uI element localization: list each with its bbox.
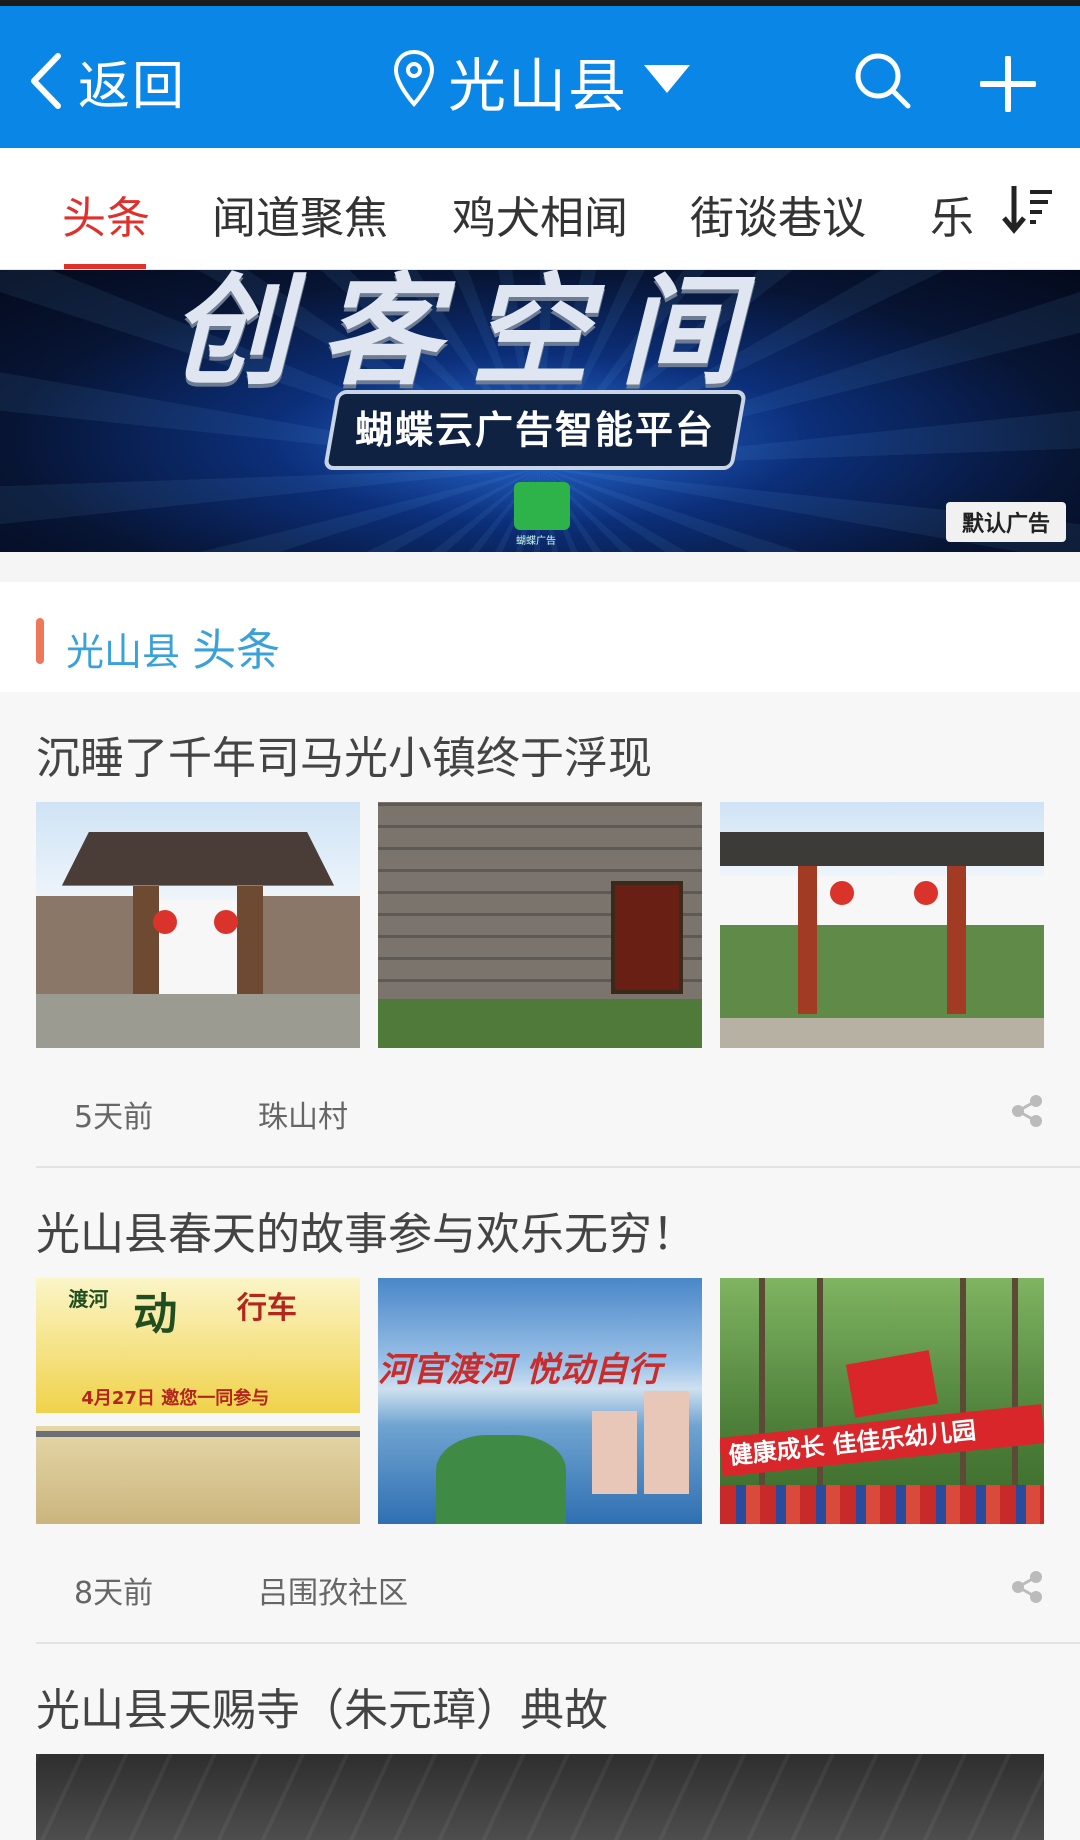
- city-text: 河官渡河 悦动自行: [378, 1349, 662, 1390]
- thumbnail-poster[interactable]: 渡河 动 行车 4月27日 邀您一同参与: [36, 1278, 360, 1524]
- lantern-icon: [152, 910, 177, 935]
- back-button[interactable]: 返回: [26, 44, 186, 118]
- ad-banner[interactable]: 创客空间 蝴蝶云广告智能平台 蝴蝶广告 默认广告: [0, 270, 1080, 552]
- location-selector[interactable]: 光山县: [390, 44, 691, 120]
- news-title[interactable]: 沉睡了千年司马光小镇终于浮现: [36, 692, 1044, 802]
- lantern-icon: [830, 880, 855, 905]
- section-label: 头条: [192, 625, 281, 676]
- banner-headline: 创客空间: [170, 270, 770, 402]
- thumb-ground: [36, 993, 360, 1048]
- butterfly-logo-icon: [514, 482, 570, 530]
- thumb-wall-right: [246, 895, 360, 994]
- thumb-grass: [378, 998, 702, 1048]
- news-feed: 沉睡了千年司马光小镇终于浮现 5天前 珠山村 光山县春天的故事参与欢乐无穷！ 渡…: [0, 692, 1080, 1840]
- thumb-water: [36, 1425, 360, 1524]
- top-app-bar: 返回 光山县: [0, 6, 1080, 148]
- news-item[interactable]: 沉睡了千年司马光小镇终于浮现 5天前 珠山村: [0, 692, 1080, 1166]
- ad-tag: 默认广告: [945, 502, 1066, 542]
- poster-text-right: 行车: [236, 1290, 297, 1326]
- news-meta: 8天前 吕围孜社区: [36, 1524, 1044, 1642]
- thumb-bridge: [36, 1430, 360, 1437]
- thumb-pillar: [946, 865, 967, 1014]
- thumb-trunk: [959, 1278, 966, 1488]
- chevron-left-icon: [31, 53, 61, 109]
- news-source: 珠山村: [258, 1100, 348, 1135]
- thumb-land: [436, 1435, 566, 1524]
- thumb-roof: [61, 831, 335, 886]
- news-meta: 5天前 珠山村: [36, 1048, 1044, 1166]
- back-label: 返回: [78, 56, 187, 117]
- thumbnail-brick-wall[interactable]: [378, 802, 702, 1048]
- tab-neighbors[interactable]: 鸡犬相闻: [452, 182, 628, 246]
- caret-down-icon: [628, 65, 691, 97]
- thumb-roof: [720, 831, 1044, 866]
- news-time: 5天前: [74, 1100, 154, 1135]
- thumbnail-gate[interactable]: [36, 802, 360, 1048]
- banner-logo-caption: 蝴蝶广告: [516, 536, 556, 547]
- news-source: 吕围孜社区: [258, 1576, 408, 1611]
- thumb-building: [591, 1410, 638, 1495]
- section-header: 光山县 头条: [0, 582, 1080, 692]
- tab-more[interactable]: 乐: [930, 182, 974, 246]
- category-tabs: 头条 闻道聚焦 鸡犬相闻 街谈巷议 乐: [0, 148, 1080, 270]
- poster-text-small: 渡河: [68, 1286, 109, 1311]
- news-title[interactable]: 光山县天赐寺（朱元璋）典故: [0, 1644, 1080, 1754]
- thumb-ground: [720, 1018, 1044, 1048]
- section-accent-bar: [36, 618, 44, 664]
- sort-button[interactable]: [992, 180, 1056, 240]
- banner-platform-plate: 蝴蝶云广告智能平台: [322, 390, 748, 470]
- share-icon: [1012, 1095, 1042, 1127]
- share-button[interactable]: [1010, 1094, 1044, 1136]
- search-button[interactable]: [852, 50, 912, 114]
- thumbnail-city[interactable]: 河官渡河 悦动自行: [378, 1278, 702, 1524]
- lantern-icon: [214, 910, 239, 935]
- thumb-building: [643, 1391, 690, 1495]
- lantern-icon: [914, 880, 939, 905]
- thumb-pillar: [133, 885, 160, 994]
- poster-date: 4月27日 邀您一同参与: [81, 1387, 270, 1409]
- poster-text: 动: [133, 1289, 178, 1340]
- tab-street-talk[interactable]: 街谈巷议: [690, 182, 866, 246]
- news-item[interactable]: 光山县天赐寺（朱元璋）典故: [0, 1644, 1080, 1840]
- search-icon: [855, 53, 911, 109]
- add-button[interactable]: [979, 55, 1037, 116]
- banner-platform-text: 蝴蝶云广告智能平台: [354, 408, 715, 452]
- news-thumbnails: [36, 802, 1044, 1048]
- share-icon: [1012, 1571, 1042, 1603]
- news-large-image[interactable]: [36, 1754, 1044, 1840]
- section-county: 光山县: [66, 630, 181, 674]
- plus-icon: [979, 55, 1037, 113]
- thumb-pillar: [236, 885, 263, 994]
- news-thumbnails: 渡河 动 行车 4月27日 邀您一同参与 河官渡河 悦动自行 健康成长 佳佳乐幼…: [36, 1278, 1044, 1524]
- thumb-pillar: [797, 865, 818, 1014]
- thumbnail-forest-event[interactable]: 健康成长 佳佳乐幼儿园: [720, 1278, 1044, 1524]
- news-time: 8天前: [74, 1576, 154, 1611]
- location-pin-icon: [390, 48, 438, 114]
- tab-focus[interactable]: 闻道聚焦: [212, 182, 388, 246]
- section-title: 光山县 头条: [66, 614, 280, 678]
- thumb-trunk: [1011, 1278, 1018, 1488]
- news-title[interactable]: 光山县春天的故事参与欢乐无穷！: [36, 1168, 1044, 1278]
- thumb-sign: [611, 880, 683, 994]
- sort-icon: [1002, 186, 1052, 234]
- location-title: 光山县: [448, 52, 629, 120]
- tab-headlines[interactable]: 头条: [62, 182, 150, 246]
- share-button[interactable]: [1010, 1570, 1044, 1612]
- thumbnail-pavilion[interactable]: [720, 802, 1044, 1048]
- news-item[interactable]: 光山县春天的故事参与欢乐无穷！ 渡河 动 行车 4月27日 邀您一同参与 河官渡…: [0, 1168, 1080, 1642]
- thumb-crowd: [720, 1484, 1044, 1524]
